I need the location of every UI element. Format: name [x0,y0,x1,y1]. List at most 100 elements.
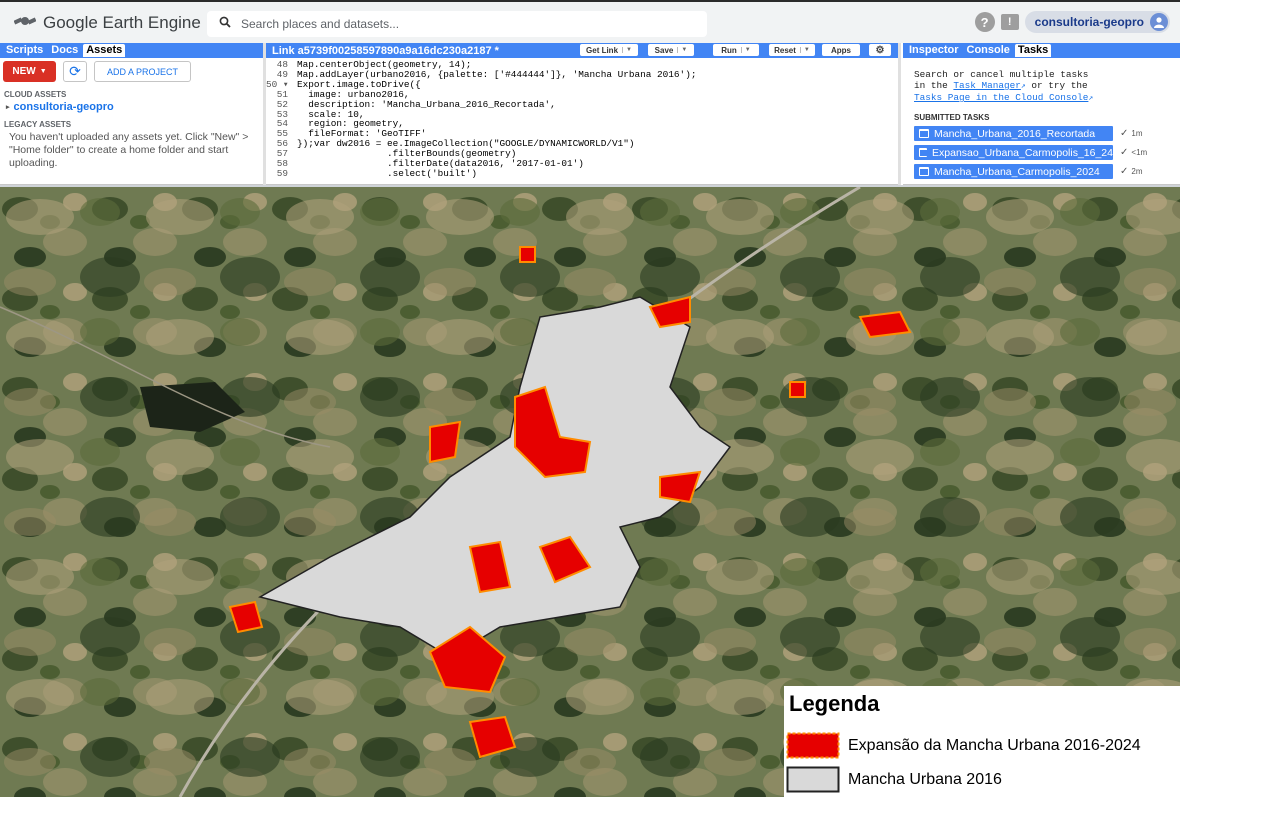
external-link-icon: ↗ [1088,94,1094,103]
task-time: 2m [1131,167,1143,176]
earth-engine-app: Google Earth Engine ? ! consultoria-geop… [0,0,1280,825]
task-time: 1m [1131,129,1143,138]
task-name: Mancha_Urbana_2016_Recortada [934,127,1096,140]
cloud-console-link[interactable]: Tasks Page in the Cloud Console [914,92,1088,103]
task-status: ✓ 2m [1120,166,1143,177]
cloud-project-item[interactable]: ▸ consultoria-geopro [6,101,263,113]
code-area[interactable]: 48 Map.centerObject(geometry, 14); 49 Map.… [266,58,898,179]
task-manager-link[interactable]: Task Manager [953,80,1021,91]
expansion-patch [789,381,806,398]
code-line: 59 .select('built') [266,169,898,179]
right-splitter[interactable] [898,43,901,185]
search-input[interactable] [241,17,681,31]
reset-label: Reset [774,45,796,55]
task-time: <1m [1131,148,1148,157]
new-button-label: NEW [12,66,36,77]
account-name: consultoria-geopro [1034,15,1144,29]
app-logo[interactable]: Google Earth Engine [13,11,201,35]
left-panel-tabs: Scripts Docs Assets [0,43,263,58]
tab-docs[interactable]: Docs [48,44,81,57]
caret-down-icon[interactable]: ▼ [677,47,687,53]
run-label: Run [721,45,737,55]
tab-console[interactable]: Console [964,44,1013,57]
tab-tasks[interactable]: Tasks [1014,44,1052,57]
cloud-project-name: consultoria-geopro [13,101,114,113]
feedback-icon[interactable]: ! [1000,14,1019,30]
task-row: Mancha_Urbana_Carmopolis_2024 ✓ 2m [914,164,1180,179]
task-item[interactable]: Expansao_Urbana_Carmopolis_16_24 [914,145,1113,160]
tasks-info-text: or try the [1025,80,1088,91]
task-item[interactable]: Mancha_Urbana_2016_Recortada [914,126,1113,141]
task-item[interactable]: Mancha_Urbana_Carmopolis_2024 [914,164,1113,179]
account-button[interactable]: consultoria-geopro [1024,11,1170,33]
right-panel-tabs: Inspector Console Tasks [903,43,1180,58]
save-label: Save [654,45,674,55]
tab-assets[interactable]: Assets [83,44,126,57]
help-icon[interactable]: ? [974,12,995,32]
task-status: ✓ <1m [1120,147,1147,158]
expansion-patch [519,246,536,263]
check-icon: ✓ [1120,166,1129,177]
script-title: Link a5739f00258597890a9a16dc230a2187 * [272,44,499,57]
settings-button[interactable]: ⚙ [869,44,891,56]
legend-title: Legenda [789,691,880,716]
search-icon [219,15,231,33]
cloud-assets-heading: CLOUD ASSETS [4,90,67,99]
legend-item-expansion: Expansão da Mancha Urbana 2016-2024 [786,732,1141,759]
earth-engine-logo-icon [13,13,37,34]
get-link-button[interactable]: Get Link ▼ [580,44,638,56]
expansion-patch [858,310,912,339]
check-icon: ✓ [1120,147,1129,158]
refresh-icon: ⟳ [69,63,81,79]
add-project-button[interactable]: ADD A PROJECT [94,61,192,82]
caret-down-icon[interactable]: ▼ [622,47,632,53]
app-name: Google Earth Engine [43,13,201,32]
expand-arrow-icon[interactable]: ▸ [6,103,10,111]
reset-button[interactable]: Reset ▼ [769,44,815,56]
top-bar: Google Earth Engine ? ! consultoria-geop… [0,0,1180,43]
image-icon [919,148,929,157]
get-link-label: Get Link [586,45,619,55]
tab-scripts[interactable]: Scripts [3,44,46,57]
left-panel: Scripts Docs Assets NEW ▼ ⟳ ADD A PROJEC… [0,43,263,185]
right-panel: Inspector Console Tasks Search or cancel… [903,43,1180,185]
code-text: .select('built') [297,167,478,179]
tasks-info-text: in the [914,80,954,91]
caret-down-icon[interactable]: ▼ [799,47,810,53]
map-legend: Legenda Expansão da Mancha Urbana 2016-2… [784,686,1180,797]
legacy-assets-heading: LEGACY ASSETS [4,120,72,129]
assets-toolbar: NEW ▼ ⟳ ADD A PROJECT [0,58,263,82]
tasks-info-line: Search or cancel multiple tasks [914,69,1089,80]
line-number: 59 [276,167,288,179]
save-button[interactable]: Save ▼ [648,44,694,56]
avatar-icon [1150,13,1168,31]
apps-button[interactable]: Apps [822,44,860,56]
refresh-button[interactable]: ⟳ [63,61,87,82]
legacy-assets-message: You haven't uploaded any assets yet. Cli… [9,131,249,169]
tasks-info: Search or cancel multiple tasks in the T… [914,69,1180,104]
task-name: Expansao_Urbana_Carmopolis_16_24 [932,146,1113,159]
gear-icon: ⚙ [875,44,885,56]
legend-label: Expansão da Mancha Urbana 2016-2024 [848,736,1141,754]
submitted-tasks-heading: SUBMITTED TASKS [914,113,990,122]
task-row: Mancha_Urbana_2016_Recortada ✓ 1m [914,126,1180,141]
code-editor-panel: Link a5739f00258597890a9a16dc230a2187 * … [266,43,898,185]
tasks-info-line: Tasks Page in the Cloud Console↗ [914,92,1180,104]
header-actions: ? ! consultoria-geopro [974,11,1170,33]
tab-inspector[interactable]: Inspector [906,44,962,57]
task-name: Mancha_Urbana_Carmopolis_2024 [934,165,1100,178]
legend-label: Mancha Urbana 2016 [848,770,1002,788]
task-status: ✓ 1m [1120,128,1143,139]
search-box[interactable] [207,11,707,37]
caret-down-icon[interactable]: ▼ [740,47,751,53]
legend-swatch-urban-2016 [786,766,840,793]
editor-header: Link a5739f00258597890a9a16dc230a2187 * … [266,43,898,58]
tasks-info-line: in the Task Manager↗ or try the [914,80,1180,92]
check-icon: ✓ [1120,128,1129,139]
caret-down-icon: ▼ [39,68,47,75]
run-button[interactable]: Run ▼ [713,44,759,56]
legend-swatch-expansion [786,732,840,759]
image-icon [919,129,929,138]
image-icon [919,167,929,176]
new-button[interactable]: NEW ▼ [3,61,56,82]
